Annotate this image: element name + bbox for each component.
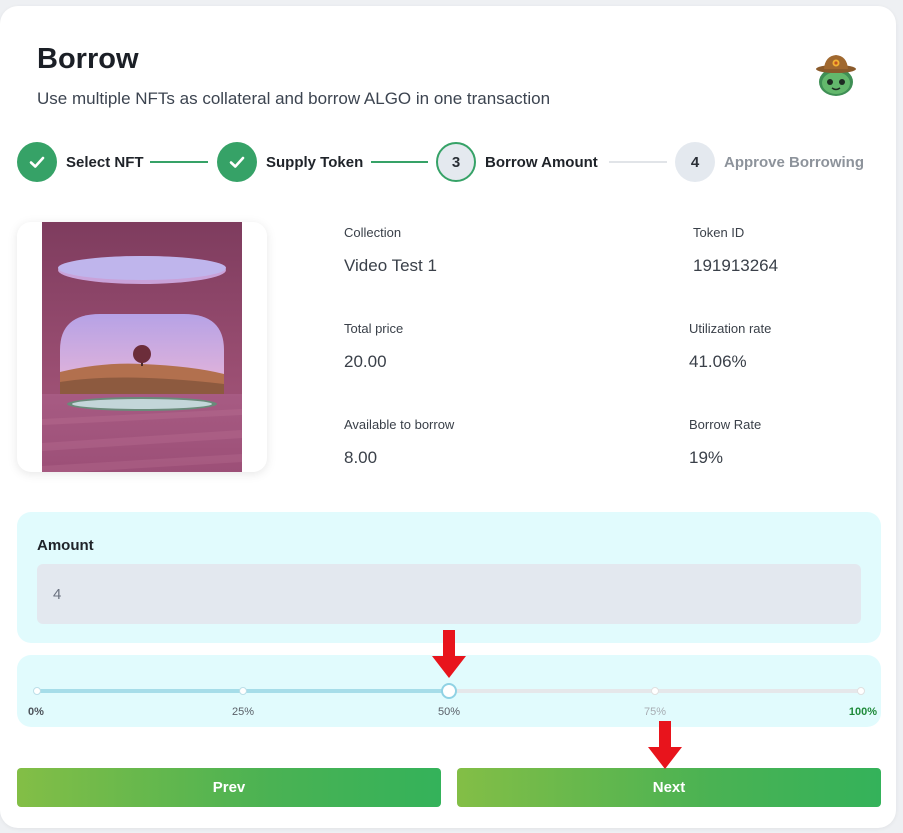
utilization-rate-label: Utilization rate [689, 321, 772, 336]
step-borrow-amount[interactable]: 3 Borrow Amount [436, 142, 598, 182]
nft-image [42, 222, 242, 472]
token-id-label: Token ID [693, 225, 745, 240]
amount-panel: Amount 4 [17, 512, 881, 643]
check-icon [217, 142, 257, 182]
annotation-arrow-icon [432, 630, 466, 678]
next-button[interactable]: Next [457, 768, 881, 807]
available-to-borrow-value: 8.00 [344, 448, 378, 467]
borrow-rate-label: Borrow Rate [689, 417, 762, 432]
prev-button[interactable]: Prev [17, 768, 441, 807]
page-subtitle: Use multiple NFTs as collateral and borr… [37, 89, 551, 108]
total-price-value: 20.00 [344, 352, 387, 371]
step-select-nft[interactable]: Select NFT [17, 142, 144, 182]
step-label: Approve Borrowing [724, 153, 865, 171]
slider-tick-25[interactable] [239, 687, 247, 695]
amount-label: Amount [37, 537, 94, 554]
step-connector [371, 161, 428, 163]
slider-tick-75[interactable] [651, 687, 659, 695]
page-title: Borrow [37, 43, 139, 75]
slider-mark-50[interactable]: 50% [438, 706, 460, 718]
slider-mark-25[interactable]: 25% [232, 706, 254, 718]
step-supply-token[interactable]: Supply Token [217, 142, 363, 182]
slider-thumb[interactable] [441, 683, 457, 699]
step-number: 4 [675, 142, 715, 182]
borrow-rate-value: 19% [689, 448, 724, 467]
annotation-arrow-icon [648, 721, 682, 769]
collection-value: Video Test 1 [344, 256, 437, 275]
slider-mark-0[interactable]: 0% [28, 706, 44, 718]
avatar-icon[interactable] [815, 52, 857, 96]
total-price-label: Total price [344, 321, 404, 336]
token-id-value: 191913264 [693, 256, 779, 275]
available-to-borrow-label: Available to borrow [344, 417, 455, 432]
nft-card[interactable] [17, 222, 267, 472]
step-label: Select NFT [66, 153, 144, 171]
collection-label: Collection [344, 225, 402, 240]
step-label: Supply Token [266, 153, 364, 171]
step-number: 3 [436, 142, 476, 182]
slider-mark-75[interactable]: 75% [644, 706, 666, 718]
check-icon [17, 142, 57, 182]
step-connector [150, 161, 208, 163]
amount-input[interactable]: 4 [37, 564, 861, 624]
slider-tick-0[interactable] [33, 687, 41, 695]
utilization-rate-value: 41.06% [689, 352, 747, 371]
step-label: Borrow Amount [485, 153, 598, 171]
step-connector [609, 161, 667, 163]
slider-tick-100[interactable] [857, 687, 865, 695]
step-approve-borrowing[interactable]: 4 Approve Borrowing [675, 142, 864, 182]
slider-mark-100[interactable]: 100% [849, 706, 877, 718]
